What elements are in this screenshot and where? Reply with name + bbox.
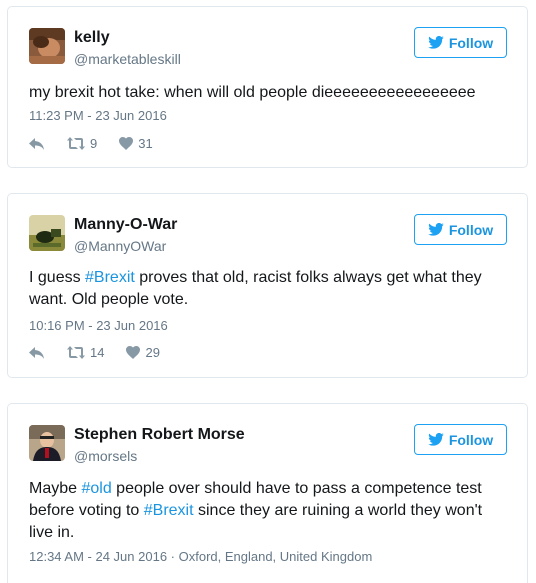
follow-label: Follow (448, 34, 494, 51)
reply-icon (29, 346, 44, 359)
like-button[interactable]: 31 (119, 136, 153, 151)
like-count: 31 (138, 136, 153, 151)
retweet-icon (67, 346, 85, 359)
display-name[interactable]: Manny-O-War (74, 216, 177, 234)
heart-icon (126, 346, 141, 359)
follow-label: Follow (448, 431, 494, 448)
twitter-bird-icon (428, 433, 444, 446)
like-button[interactable]: 29 (126, 345, 160, 360)
tweet-text-segment: Maybe (29, 480, 82, 497)
user-handle[interactable]: @MannyOWar (74, 238, 166, 254)
tweet-card: Manny-O-War @MannyOWar Follow I guess #B… (7, 193, 528, 378)
user-handle[interactable]: @morsels (74, 448, 137, 464)
hashtag-link[interactable]: #Brexit (85, 269, 135, 286)
tweet-actions: 9 31 (29, 136, 175, 151)
tweet-card: Stephen Robert Morse @morsels Follow May… (7, 403, 528, 583)
tweet-timestamp[interactable]: 10:16 PM - 23 Jun 2016 (29, 318, 168, 333)
avatar[interactable] (29, 215, 65, 251)
avatar[interactable] (29, 28, 65, 64)
tweet-text-segment: I guess (29, 269, 86, 286)
retweet-count: 9 (90, 136, 98, 151)
hashtag-link[interactable]: #Brexit (144, 502, 194, 519)
tweet-meta: 12:34 AM - 24 Jun 2016 · Oxford, England… (29, 549, 373, 564)
follow-button[interactable]: Follow (414, 424, 507, 455)
tweet-location[interactable]: Oxford, England, United Kingdom (179, 549, 373, 564)
follow-label: Follow (448, 221, 494, 238)
display-name[interactable]: kelly (74, 29, 110, 47)
follow-button[interactable]: Follow (414, 214, 507, 245)
tweet-text: my brexit hot take: when will old people… (29, 84, 476, 101)
tweet-actions: 14 29 (29, 345, 182, 360)
tweet-text: Maybe #old people over should have to pa… (29, 478, 499, 544)
follow-button[interactable]: Follow (414, 27, 507, 58)
avatar[interactable] (29, 425, 65, 461)
reply-button[interactable] (29, 137, 45, 151)
like-count: 29 (145, 345, 160, 360)
retweet-button[interactable]: 9 (67, 136, 97, 151)
hashtag-link[interactable]: #old (81, 480, 111, 497)
tweet-timestamp[interactable]: 11:23 PM - 23 Jun 2016 (29, 108, 167, 123)
tweet-text: I guess #Brexit proves that old, racist … (29, 267, 499, 311)
twitter-bird-icon (428, 36, 444, 49)
display-name[interactable]: Stephen Robert Morse (74, 426, 245, 444)
tweet-card: kelly @marketableskill Follow my brexit … (7, 6, 528, 168)
retweet-count: 14 (90, 345, 105, 360)
reply-button[interactable] (29, 346, 45, 360)
reply-icon (29, 137, 44, 150)
user-handle[interactable]: @marketableskill (74, 51, 181, 67)
twitter-bird-icon (428, 223, 444, 236)
heart-icon (119, 137, 134, 150)
retweet-button[interactable]: 14 (67, 345, 104, 360)
tweet-timestamp[interactable]: 12:34 AM - 24 Jun 2016 (29, 549, 167, 564)
retweet-icon (67, 137, 85, 150)
